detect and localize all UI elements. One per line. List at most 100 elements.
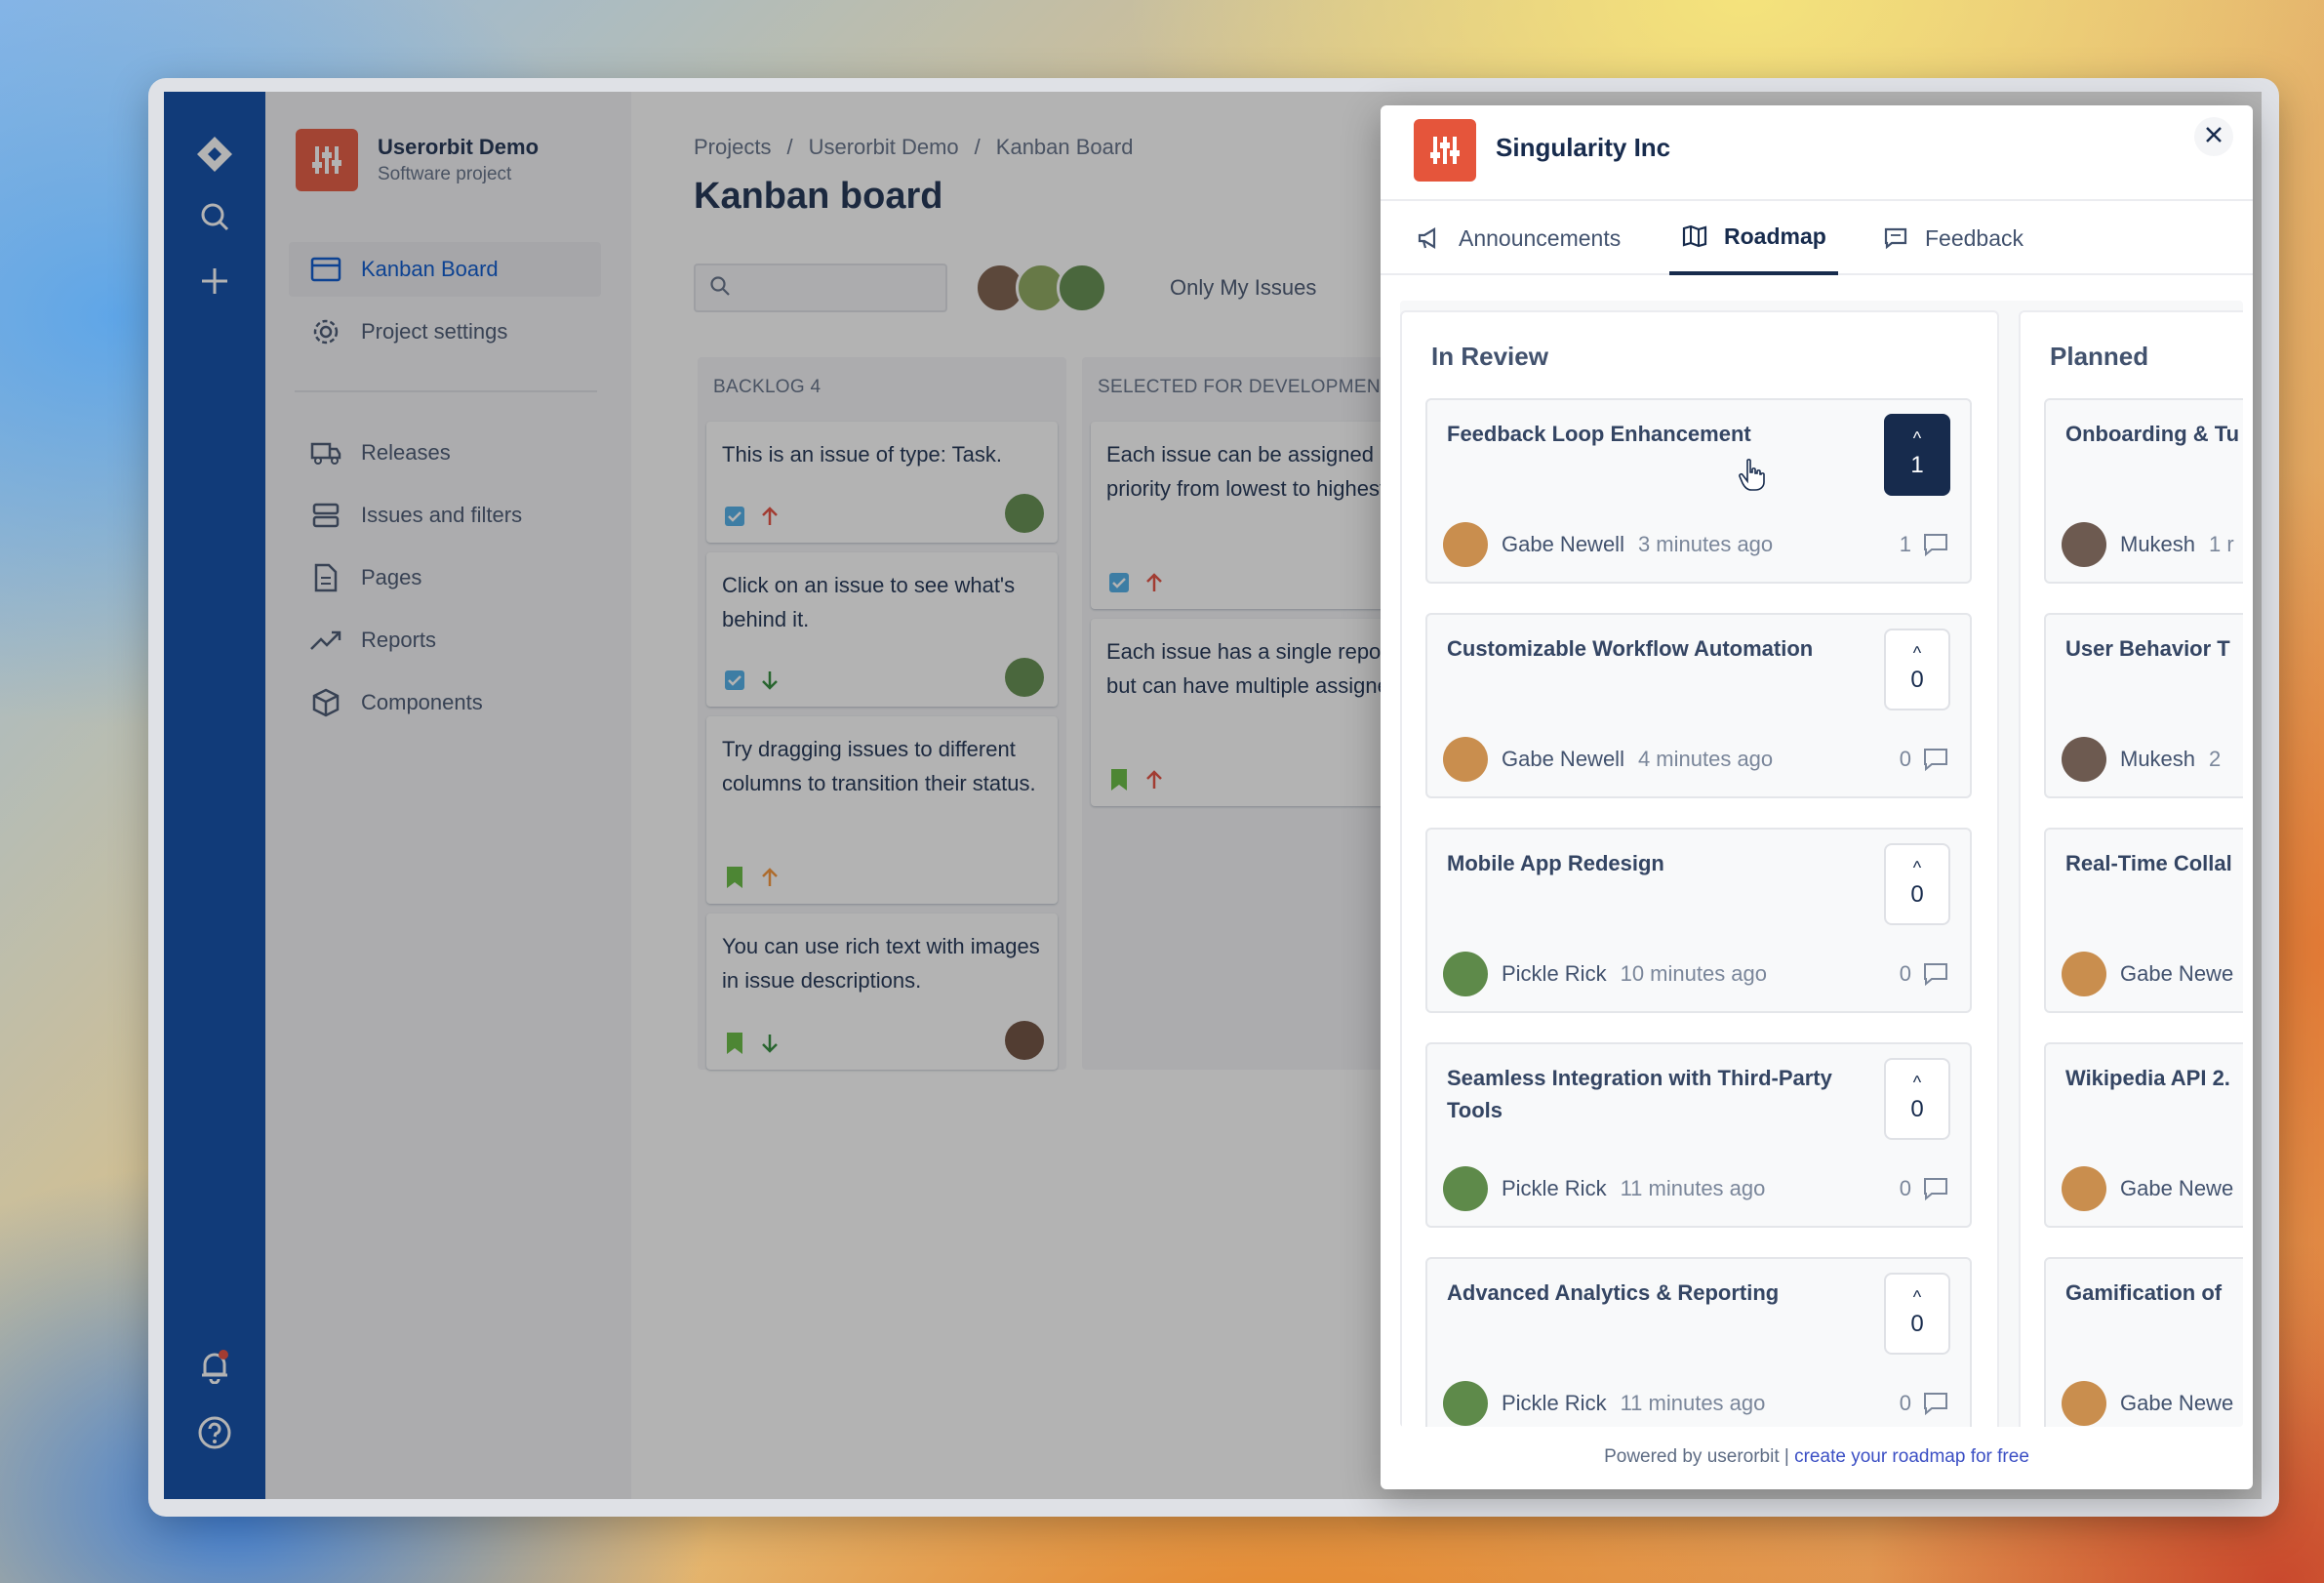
- roadmap-column-in-review: In Review Feedback Loop Enhancement ^ 1 …: [1400, 310, 1999, 1427]
- megaphone-icon: [1416, 224, 1443, 252]
- roadmap-card[interactable]: Customizable Workflow Automation ^ 0 Gab…: [1425, 613, 1972, 798]
- avatar: [2062, 952, 2106, 996]
- roadmap-card[interactable]: Seamless Integration with Third-Party To…: [1425, 1042, 1972, 1228]
- column-title: In Review: [1431, 342, 1548, 371]
- tab-label: Announcements: [1459, 224, 1622, 251]
- author-name: Gabe Newe: [2120, 961, 2234, 986]
- author-name: Pickle Rick: [1502, 1176, 1607, 1200]
- author-name: Gabe Newell: [1502, 747, 1624, 771]
- roadmap-card[interactable]: Onboarding & Tu Mukesh 1 r: [2044, 398, 2243, 584]
- vote-count: 0: [1910, 667, 1924, 693]
- timestamp: 4 minutes ago: [1637, 747, 1774, 771]
- author-name: Gabe Newell: [1502, 532, 1624, 556]
- author-name: Gabe Newe: [2120, 1176, 2234, 1200]
- close-button[interactable]: [2194, 117, 2233, 156]
- upvote-button[interactable]: ^ 0: [1884, 1273, 1950, 1355]
- avatar: [2062, 1166, 2106, 1211]
- comment-icon: [1921, 1174, 1950, 1203]
- avatar: [1443, 952, 1488, 996]
- comment-count[interactable]: 0: [1900, 1389, 1950, 1418]
- comment-icon: [1921, 959, 1950, 989]
- upvote-button[interactable]: ^ 0: [1884, 843, 1950, 925]
- roadmap-column-planned: Planned Onboarding & Tu Mukesh 1 r User …: [2019, 310, 2243, 1427]
- tab-roadmap[interactable]: Roadmap: [1669, 201, 1838, 275]
- avatar: [1443, 522, 1488, 567]
- timestamp: 2: [2209, 747, 2222, 771]
- roadmap-card-title: Feedback Loop Enhancement: [1447, 422, 1751, 446]
- author-name: Pickle Rick: [1502, 1391, 1607, 1415]
- comment-count[interactable]: 0: [1900, 745, 1950, 774]
- tab-label: Roadmap: [1724, 223, 1826, 249]
- tab-announcements[interactable]: Announcements: [1404, 201, 1632, 275]
- tab-label: Feedback: [1925, 224, 2024, 251]
- vote-count: 0: [1910, 1311, 1924, 1337]
- author-name: Pickle Rick: [1502, 961, 1607, 986]
- create-roadmap-link[interactable]: create your roadmap for free: [1794, 1446, 2029, 1467]
- roadmap-card-title: Customizable Workflow Automation: [1447, 636, 1814, 661]
- roadmap-card[interactable]: Gamification of Gabe Newe: [2044, 1257, 2243, 1427]
- upvote-button[interactable]: ^ 0: [1884, 629, 1950, 710]
- roadmap-card-title: Mobile App Redesign: [1447, 851, 1664, 875]
- roadmap-card[interactable]: Mobile App Redesign ^ 0 Pickle Rick 10 m…: [1425, 828, 1972, 1013]
- author-name: Gabe Newe: [2120, 1391, 2234, 1415]
- author-name: Mukesh: [2120, 532, 2196, 556]
- roadmap-board[interactable]: In Review Feedback Loop Enhancement ^ 1 …: [1400, 301, 2243, 1427]
- roadmap-card[interactable]: User Behavior T Mukesh 2: [2044, 613, 2243, 798]
- chevron-up-icon: ^: [1912, 643, 1922, 663]
- timestamp: 3 minutes ago: [1637, 532, 1774, 556]
- chevron-up-icon: ^: [1912, 858, 1922, 877]
- tab-feedback[interactable]: Feedback: [1870, 201, 2035, 275]
- widget-footer: Powered by userorbit | create your roadm…: [1381, 1446, 2253, 1480]
- avatar: [1443, 1166, 1488, 1211]
- comment-count[interactable]: 0: [1900, 959, 1950, 989]
- timestamp: 1 r: [2209, 532, 2234, 556]
- avatar: [2062, 1381, 2106, 1426]
- userorbit-widget-panel: Singularity Inc Announcements Roadmap Fe…: [1381, 105, 2253, 1489]
- comment-count[interactable]: 0: [1900, 1174, 1950, 1203]
- hand-cursor-icon: [1739, 459, 1766, 492]
- roadmap-card-title: Gamification of: [2065, 1280, 2223, 1305]
- roadmap-card-title: Wikipedia API 2.: [2065, 1066, 2230, 1090]
- roadmap-card[interactable]: Real-Time Collal Gabe Newe: [2044, 828, 2243, 1013]
- comment-count-value: 0: [1899, 747, 1911, 771]
- powered-by-text: Powered by userorbit |: [1604, 1446, 1789, 1467]
- chevron-up-icon: ^: [1912, 428, 1922, 448]
- comment-icon: [1921, 1389, 1950, 1418]
- vote-count: 0: [1910, 1096, 1924, 1122]
- avatar: [1443, 1381, 1488, 1426]
- map-icon: [1681, 223, 1708, 250]
- comment-icon: [1921, 745, 1950, 774]
- timestamp: 10 minutes ago: [1620, 961, 1768, 986]
- comment-count-value: 0: [1899, 1391, 1911, 1415]
- comment-count-value: 1: [1899, 532, 1911, 556]
- comment-icon: [1921, 530, 1950, 559]
- avatar: [2062, 522, 2106, 567]
- widget-header: Singularity Inc: [1381, 105, 2253, 201]
- author-name: Mukesh: [2120, 747, 2196, 771]
- org-logo: [1414, 119, 1476, 182]
- close-icon: [2205, 126, 2223, 148]
- roadmap-card-title: Seamless Integration with Third-Party To…: [1447, 1066, 1832, 1122]
- comment-count-value: 0: [1899, 961, 1911, 986]
- comment-count-value: 0: [1899, 1176, 1911, 1200]
- avatar: [1443, 737, 1488, 782]
- roadmap-card-title: Onboarding & Tu: [2065, 422, 2240, 446]
- chat-icon: [1882, 224, 1909, 252]
- avatar: [2062, 737, 2106, 782]
- comment-count[interactable]: 1: [1900, 530, 1950, 559]
- upvote-button[interactable]: ^ 0: [1884, 1058, 1950, 1140]
- roadmap-card[interactable]: Advanced Analytics & Reporting ^ 0 Pickl…: [1425, 1257, 1972, 1427]
- roadmap-card[interactable]: Wikipedia API 2. Gabe Newe: [2044, 1042, 2243, 1228]
- column-title: Planned: [2050, 342, 2149, 371]
- vote-count: 1: [1910, 452, 1924, 478]
- chevron-up-icon: ^: [1912, 1287, 1922, 1307]
- roadmap-card[interactable]: Feedback Loop Enhancement ^ 1 Gabe Newel…: [1425, 398, 1972, 584]
- widget-tabs: Announcements Roadmap Feedback: [1381, 201, 2253, 275]
- roadmap-card-title: Real-Time Collal: [2065, 851, 2232, 875]
- timestamp: 11 minutes ago: [1620, 1391, 1766, 1415]
- org-name: Singularity Inc: [1496, 133, 1671, 162]
- timestamp: 11 minutes ago: [1620, 1176, 1766, 1200]
- vote-count: 0: [1910, 881, 1924, 908]
- upvote-button[interactable]: ^ 1: [1884, 414, 1950, 496]
- roadmap-card-title: Advanced Analytics & Reporting: [1447, 1280, 1780, 1305]
